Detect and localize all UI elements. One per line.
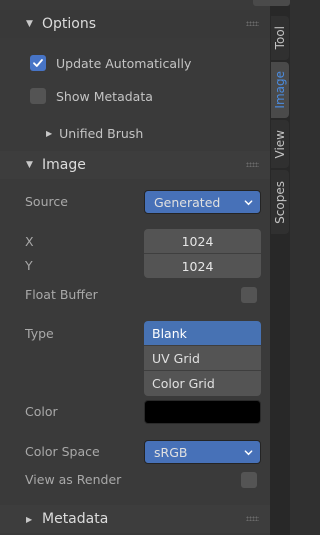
update-automatically-label: Update Automatically <box>56 55 192 71</box>
checkmark-icon <box>33 59 43 67</box>
chevron-down-icon: ▼ <box>26 160 33 170</box>
type-option-label: UV Grid <box>152 350 200 366</box>
tab-view-label: View <box>273 129 287 159</box>
unified-brush-subpanel[interactable]: ▶ Unified Brush <box>0 124 270 142</box>
update-automatically-option[interactable]: Update Automatically <box>30 54 300 72</box>
tab-image-label: Image <box>273 71 287 109</box>
image-title: Image <box>42 157 86 173</box>
color-space-dropdown[interactable]: sRGB <box>144 440 261 464</box>
tab-tool-label: Tool <box>273 26 287 50</box>
options-panel-header[interactable]: ▼ Options <box>0 10 270 38</box>
color-space-label: Color Space <box>25 444 100 459</box>
type-option-uv-grid[interactable]: UV Grid <box>144 346 261 371</box>
chevron-down-icon <box>244 450 253 456</box>
type-label: Type <box>25 326 54 341</box>
show-metadata-checkbox[interactable] <box>30 88 46 104</box>
image-panel-header[interactable]: ▼ Image <box>0 151 270 179</box>
metadata-panel-header[interactable]: ▶ Metadata <box>0 505 270 533</box>
update-automatically-checkbox[interactable] <box>30 55 46 71</box>
color-space-value: sRGB <box>154 444 188 460</box>
x-field[interactable]: 1024 <box>144 229 261 254</box>
drag-grip-icon[interactable] <box>246 516 259 521</box>
source-label: Source <box>25 194 68 209</box>
tab-scopes-label: Scopes <box>273 180 287 224</box>
tab-scopes[interactable]: Scopes <box>271 170 289 234</box>
drag-grip-icon[interactable] <box>246 21 259 26</box>
options-title: Options <box>42 16 97 32</box>
float-buffer-label: Float Buffer <box>25 287 98 302</box>
x-value: 1024 <box>181 233 214 249</box>
chevron-right-icon: ▶ <box>26 514 33 524</box>
view-as-render-label: View as Render <box>25 472 122 487</box>
x-label: X <box>25 234 34 249</box>
type-option-color-grid[interactable]: Color Grid <box>144 371 261 396</box>
show-metadata-label: Show Metadata <box>56 88 153 104</box>
type-option-blank[interactable]: Blank <box>144 321 261 346</box>
source-value: Generated <box>154 194 221 210</box>
show-metadata-option[interactable]: Show Metadata <box>30 87 300 105</box>
tab-image[interactable]: Image <box>271 62 289 118</box>
properties-panel: ▼ Options Update Automatically Show Meta… <box>0 0 270 535</box>
float-buffer-checkbox[interactable] <box>241 287 257 303</box>
tab-tool[interactable]: Tool <box>271 16 289 60</box>
type-option-label: Blank <box>152 325 187 341</box>
y-field[interactable]: 1024 <box>144 254 261 278</box>
chevron-right-icon: ▶ <box>46 128 53 138</box>
source-dropdown[interactable]: Generated <box>144 190 261 214</box>
chevron-down-icon: ▼ <box>26 19 33 29</box>
y-value: 1024 <box>181 258 214 274</box>
drag-grip-icon[interactable] <box>246 162 259 167</box>
color-label: Color <box>25 404 58 419</box>
chevron-down-icon <box>244 200 253 206</box>
y-label: Y <box>25 258 33 273</box>
tab-strip-top <box>253 0 290 6</box>
color-swatch[interactable] <box>144 400 261 424</box>
type-option-label: Color Grid <box>152 376 215 391</box>
view-as-render-checkbox[interactable] <box>241 472 257 488</box>
tab-view[interactable]: View <box>271 120 289 168</box>
unified-brush-label: Unified Brush <box>59 125 144 141</box>
metadata-title: Metadata <box>42 511 109 527</box>
